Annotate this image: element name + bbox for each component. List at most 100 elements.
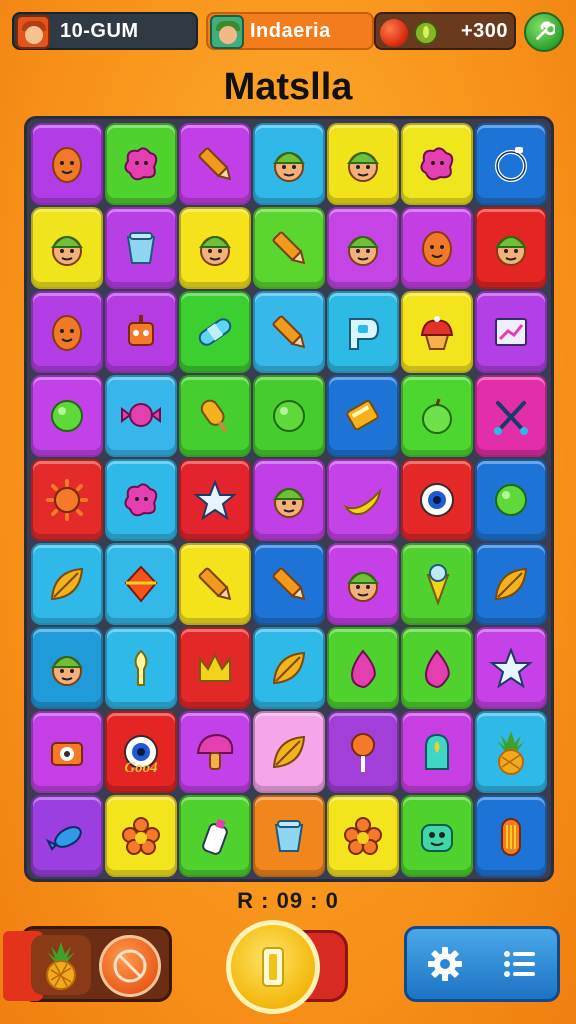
fish-icon [45, 826, 82, 851]
board-tile[interactable] [105, 207, 177, 289]
face-icon [199, 236, 231, 266]
board-tile[interactable] [253, 459, 325, 541]
board-tile[interactable] [475, 543, 547, 625]
board-tile[interactable] [31, 711, 103, 793]
board-tile[interactable] [475, 123, 547, 205]
board-tile[interactable] [401, 123, 473, 205]
board-tile[interactable] [253, 123, 325, 205]
board-tile[interactable] [105, 627, 177, 709]
board-tile[interactable] [475, 291, 547, 373]
face-icon [51, 656, 83, 686]
board-tile[interactable] [179, 711, 251, 793]
board-tile[interactable] [475, 795, 547, 877]
star-icon [193, 479, 237, 521]
pineapple-icon[interactable] [31, 935, 91, 995]
board-tile[interactable] [327, 207, 399, 289]
board-tile[interactable] [401, 711, 473, 793]
board-tile[interactable] [475, 711, 547, 793]
crayon-icon [272, 231, 306, 265]
mushroom-icon [196, 733, 234, 770]
board-tile[interactable] [475, 375, 547, 457]
board-tile[interactable] [253, 627, 325, 709]
board-tile[interactable] [401, 627, 473, 709]
tile-caption: Goo4 [124, 760, 158, 776]
region-pill[interactable]: Indaeria [206, 12, 374, 50]
board-tile[interactable] [105, 123, 177, 205]
crayon-icon [272, 567, 306, 601]
player-pill[interactable]: 10-GUM [12, 12, 198, 50]
avatar-icon [210, 15, 244, 49]
board-tile[interactable] [253, 711, 325, 793]
board-tile[interactable] [179, 459, 251, 541]
board-tile[interactable] [31, 291, 103, 373]
flower-icon [344, 817, 382, 855]
eye-icon [420, 483, 454, 517]
board-tile[interactable] [253, 543, 325, 625]
board-tile[interactable] [105, 291, 177, 373]
pause-icon[interactable] [226, 920, 320, 1014]
booster-panel [3, 926, 172, 1002]
board-tile[interactable] [327, 711, 399, 793]
board-tile[interactable] [179, 291, 251, 373]
board-tile[interactable] [401, 795, 473, 877]
board-tile[interactable] [327, 459, 399, 541]
board-tile[interactable] [327, 291, 399, 373]
pill-icon [501, 818, 521, 856]
board-tile[interactable] [179, 207, 251, 289]
egg-icon [422, 231, 452, 267]
board-tile[interactable] [327, 123, 399, 205]
board-tile[interactable] [253, 795, 325, 877]
jar-icon [425, 733, 449, 770]
candy-icon [121, 403, 161, 427]
board-tile[interactable] [327, 627, 399, 709]
board-tile[interactable] [179, 795, 251, 877]
board-tile[interactable] [105, 375, 177, 457]
pineapple-icon [497, 731, 525, 775]
board-tile[interactable] [179, 375, 251, 457]
board-tile[interactable] [327, 795, 399, 877]
board-tile[interactable] [475, 627, 547, 709]
board-tile[interactable] [105, 459, 177, 541]
face-icon [273, 488, 305, 518]
board-tile[interactable] [105, 795, 177, 877]
sun-icon [46, 479, 88, 521]
board-tile[interactable] [31, 543, 103, 625]
board-tile[interactable] [31, 795, 103, 877]
timer-readout: R : 09 : 0 [237, 888, 339, 913]
board-tile[interactable] [401, 375, 473, 457]
board-tile[interactable]: Goo4 [105, 711, 177, 793]
board-tile[interactable] [401, 459, 473, 541]
board-tile[interactable] [105, 543, 177, 625]
board-tile[interactable] [31, 375, 103, 457]
board-tile[interactable] [179, 123, 251, 205]
board-tile[interactable] [31, 459, 103, 541]
board-tile[interactable] [475, 207, 547, 289]
face-icon [273, 152, 305, 182]
cancel-icon[interactable] [99, 935, 161, 997]
card-icon [346, 400, 379, 431]
score-pill[interactable]: +300 [374, 12, 516, 50]
board-tile[interactable] [401, 543, 473, 625]
crown-icon [199, 652, 231, 682]
board-tile[interactable] [475, 459, 547, 541]
wrench-icon[interactable] [524, 12, 564, 52]
board-tile[interactable] [31, 207, 103, 289]
robot-icon [128, 315, 154, 346]
gear-icon[interactable] [425, 944, 465, 984]
leaf-icon [272, 735, 306, 769]
board-tile[interactable] [253, 375, 325, 457]
board-tile[interactable] [179, 543, 251, 625]
board-tile[interactable] [179, 627, 251, 709]
board-tile[interactable] [253, 291, 325, 373]
menu-icon[interactable] [500, 944, 540, 984]
board-tile[interactable] [327, 375, 399, 457]
bulb-icon [134, 649, 148, 686]
scissors-icon [494, 401, 528, 435]
board-tile[interactable] [401, 291, 473, 373]
board-tile[interactable] [327, 543, 399, 625]
ball-icon [51, 400, 83, 432]
board-tile[interactable] [31, 627, 103, 709]
board-tile[interactable] [31, 123, 103, 205]
board-tile[interactable] [401, 207, 473, 289]
board-tile[interactable] [253, 207, 325, 289]
